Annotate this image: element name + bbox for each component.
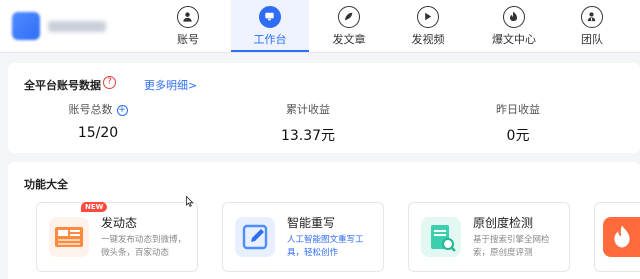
nav-label: 发视频 <box>411 33 445 46</box>
feature-description: 基于搜索引擎全网检索，原创度评测 <box>473 235 550 258</box>
more-details-link[interactable]: 更多明细> <box>144 77 197 93</box>
nav-item-workbench[interactable]: 工作台 <box>231 0 309 52</box>
play-icon <box>417 6 439 28</box>
nav-label: 爆文中心 <box>492 33 536 46</box>
help-icon[interactable]: ? <box>103 76 116 89</box>
stat-yesterday-earnings: 昨日收益 0元 <box>438 101 598 145</box>
brand-name-blurred <box>48 21 106 32</box>
nav-item-account[interactable]: 账号 <box>149 0 227 52</box>
stat-label: 累计收益 <box>286 103 330 116</box>
nav-label: 团队 <box>581 33 603 46</box>
feature-publish-post[interactable]: NEW 发动态 一键发布动态到微博，微头条，百家动态 <box>36 202 198 272</box>
stat-value: 15/20 <box>77 125 119 141</box>
section-title: 功能大全 <box>24 178 68 191</box>
stat-value: 13.37元 <box>280 128 336 144</box>
nav-item-publish-article[interactable]: 发文章 <box>310 0 388 52</box>
feather-icon <box>338 6 360 28</box>
add-account-icon[interactable]: + <box>116 104 128 116</box>
user-icon <box>177 6 199 28</box>
monitor-icon <box>259 6 281 28</box>
feature-description: 人工智能图文重写工具，轻松创作 <box>287 235 364 258</box>
feature-title: 原创度检测 <box>473 216 534 230</box>
mouse-cursor-icon <box>186 196 194 207</box>
nav-label: 工作台 <box>253 33 287 46</box>
fire-icon <box>503 6 525 28</box>
news-icon <box>49 217 89 257</box>
stat-label-row: 账号总数 + <box>18 101 178 117</box>
features-card: 功能大全 NEW 发动态 一键发布动态到微博，微头条，百家动态 智能重写 人工智… <box>8 162 640 279</box>
section-title: 全平台账号数据 <box>24 79 101 92</box>
feature-smart-rewrite[interactable]: 智能重写 人工智能图文重写工具，轻松创作 <box>222 202 384 272</box>
stat-label: 昨日收益 <box>496 103 540 116</box>
new-badge: NEW <box>81 202 108 212</box>
nav-item-publish-video[interactable]: 发视频 <box>389 0 467 52</box>
nav-item-hot-articles[interactable]: 爆文中心 <box>475 0 553 52</box>
nav-label: 账号 <box>177 33 199 46</box>
nav-label: 发文章 <box>332 33 366 46</box>
nav-item-team[interactable]: 团队 <box>553 0 631 52</box>
stat-label: 账号总数 <box>68 103 113 116</box>
feature-hot-article[interactable] <box>594 202 640 272</box>
fire-icon <box>603 217 640 257</box>
stat-total-earnings: 累计收益 13.37元 <box>228 101 388 145</box>
feature-description: 一键发布动态到微博，微头条，百家动态 <box>101 235 187 258</box>
feature-title: 发动态 <box>101 216 138 230</box>
edit-icon <box>235 217 275 257</box>
team-icon <box>581 6 603 28</box>
active-tab-indicator <box>231 50 309 52</box>
feature-title: 智能重写 <box>287 216 336 230</box>
document-search-icon <box>421 217 461 257</box>
stat-account-count: 账号总数 + 15/20 <box>18 101 178 141</box>
feature-originality-check[interactable]: 原创度检测 基于搜索引擎全网检索，原创度评测 <box>408 202 570 272</box>
logo-icon <box>12 12 40 40</box>
top-navigation: 账号 工作台 发文章 发视频 爆文中心 团队 <box>0 0 640 53</box>
account-data-card: 全平台账号数据 ? 更多明细> 账号总数 + 15/20 累计收益 13.37元 … <box>8 63 640 153</box>
stat-value: 0元 <box>506 128 530 144</box>
app-logo[interactable] <box>12 12 112 40</box>
